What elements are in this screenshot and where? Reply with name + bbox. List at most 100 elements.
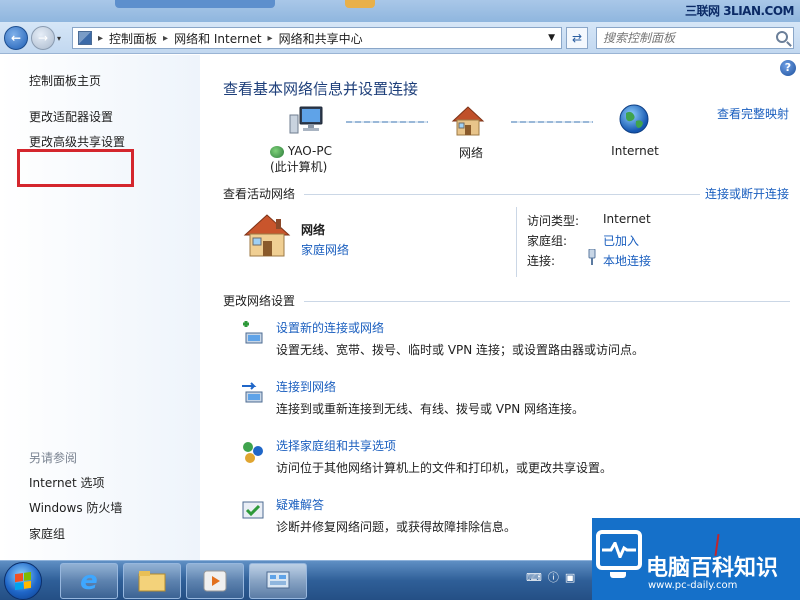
internet-explorer-icon: e (80, 566, 98, 596)
network-type-link[interactable]: 家庭网络 (301, 241, 349, 258)
breadcrumb[interactable]: ▸ 控制面板 ▸ 网络和 Internet ▸ 网络和共享中心 ▼ (72, 27, 562, 49)
task-new-connection: 设置新的连接或网络 设置无线、宽带、拨号、临时或 VPN 连接；或设置路由器或访… (240, 319, 780, 359)
logo-title: 电脑百科知识 (646, 556, 779, 581)
troubleshoot-link[interactable]: 疑难解答 (276, 496, 324, 513)
taskbar-preview-tab (345, 0, 375, 8)
section-divider (304, 301, 790, 302)
chevron-right-icon[interactable]: ▸ (96, 33, 105, 44)
chevron-down-icon[interactable]: ▼ (548, 33, 555, 43)
search-input[interactable] (597, 28, 767, 48)
troubleshoot-desc: 诊断并修复网络问题，或获得故障排除信息。 (276, 520, 517, 534)
connect-disconnect-link[interactable]: 连接或断开连接 (705, 185, 789, 202)
recent-pages-dropdown[interactable]: ▾ (57, 34, 61, 43)
connections-label: 连接: (527, 254, 556, 268)
folder-icon (138, 571, 166, 592)
help-icon: ? (784, 61, 792, 74)
arrow-right-icon: → (37, 31, 49, 45)
local-connection-link[interactable]: 本地连接 (603, 252, 651, 269)
task-homegroup: 选择家庭组和共享选项 访问位于其他网络计算机上的文件和打印机，或更改共享设置。 (240, 437, 780, 477)
access-type-label: 访问类型: (527, 214, 580, 228)
computer-label: YAO-PC (此计算机) (270, 144, 350, 175)
vertical-divider (516, 207, 517, 277)
new-connection-link[interactable]: 设置新的连接或网络 (276, 319, 384, 336)
chevron-right-icon[interactable]: ▸ (161, 33, 170, 44)
new-connection-icon (243, 321, 263, 344)
network-node[interactable] (451, 105, 485, 140)
internet-label: Internet (611, 144, 659, 158)
taskbar-explorer-button[interactable] (123, 563, 181, 599)
view-full-map-link[interactable]: 查看完整映射 (717, 105, 789, 122)
main-content: ? 查看基本网络信息并设置连接 查看完整映射 YAO-PC (此计算机) 网络 … (200, 55, 800, 560)
computer-icon (289, 106, 323, 134)
system-tray: ⌨ ⓘ ▣ (526, 569, 575, 585)
sidebar-item-control-panel-home[interactable]: 控制面板主页 (29, 72, 101, 89)
back-button[interactable]: ← (4, 26, 28, 50)
breadcrumb-item[interactable]: 网络和 Internet (170, 30, 265, 47)
internet-node[interactable] (618, 103, 650, 138)
help-tray-icon[interactable]: ⓘ (548, 569, 559, 585)
taskbar-control-panel-button[interactable] (249, 563, 307, 599)
page-title: 查看基本网络信息并设置连接 (223, 80, 419, 98)
start-button[interactable] (4, 562, 42, 600)
access-type-value: Internet (603, 212, 651, 226)
watermark-text: 三联网 3LIAN.COM (685, 4, 794, 18)
new-connection-desc: 设置无线、宽带、拨号、临时或 VPN 连接；或设置路由器或访问点。 (276, 343, 645, 357)
sidebar-item-windows-firewall[interactable]: Windows 防火墙 (29, 499, 122, 516)
homegroup-icon (243, 442, 263, 463)
computer-sub-label: (此计算机) (270, 160, 328, 174)
windows-logo-icon (15, 571, 31, 591)
homegroup-label: 家庭组: (527, 234, 568, 248)
globe-icon (619, 104, 649, 134)
chevron-right-icon[interactable]: ▸ (266, 33, 275, 44)
see-also-heading: 另请参阅 (29, 451, 78, 465)
network-tray-icon[interactable]: ▣ (565, 571, 575, 584)
search-icon[interactable] (776, 31, 788, 43)
taskbar-ie-button[interactable]: e (60, 563, 118, 599)
taskbar-preview-tab (115, 0, 275, 8)
active-networks-title: 查看活动网络 (223, 187, 296, 201)
troubleshoot-icon (242, 501, 264, 519)
taskbar-media-button[interactable] (186, 563, 244, 599)
breadcrumb-item[interactable]: 控制面板 (105, 30, 161, 47)
search-box[interactable] (596, 27, 794, 49)
homegroup-sharing-link[interactable]: 选择家庭组和共享选项 (276, 437, 396, 454)
network-name: 网络 (301, 223, 326, 237)
left-nav-pane: 控制面板主页 更改适配器设置 更改高级共享设置 另请参阅 Internet 选项… (0, 55, 200, 560)
site-logo: 电脑百科知识 www.pc-daily.com (592, 518, 800, 600)
house-icon (451, 106, 485, 136)
house-icon (243, 214, 291, 257)
map-connection-line (346, 121, 428, 123)
sidebar-item-internet-options[interactable]: Internet 选项 (29, 474, 104, 491)
refresh-icon: ⇄ (571, 31, 583, 45)
connect-network-link[interactable]: 连接到网络 (276, 378, 336, 395)
sidebar-item-change-adapter-settings[interactable]: 更改适配器设置 (29, 108, 113, 125)
arrow-left-icon: ← (10, 31, 22, 45)
network-label: 网络 (458, 146, 483, 160)
logo-subtitle: www.pc-daily.com (648, 580, 738, 591)
sidebar-item-advanced-sharing[interactable]: 更改高级共享设置 (29, 133, 125, 150)
monitor-stand (610, 572, 626, 578)
connect-network-icon (242, 382, 263, 403)
refresh-button[interactable]: ⇄ (566, 27, 588, 49)
forward-button[interactable]: → (31, 26, 55, 50)
ethernet-icon (587, 248, 597, 268)
network-house-large (243, 213, 291, 262)
homegroup-value-link[interactable]: 已加入 (603, 232, 639, 249)
task-connect-network: 连接到网络 连接到或重新连接到无线、有线、拨号或 VPN 网络连接。 (240, 378, 780, 418)
media-player-icon (203, 570, 227, 592)
connect-network-desc: 连接到或重新连接到无线、有线、拨号或 VPN 网络连接。 (276, 402, 585, 416)
breadcrumb-item[interactable]: 网络和共享中心 (275, 30, 367, 47)
help-button[interactable]: ? (780, 60, 796, 76)
keyboard-icon[interactable]: ⌨ (526, 571, 542, 584)
network-user-icon (270, 145, 284, 158)
homegroup-sharing-desc: 访问位于其他网络计算机上的文件和打印机，或更改共享设置。 (276, 461, 613, 475)
change-settings-title: 更改网络设置 (223, 294, 296, 308)
computer-name: YAO-PC (287, 144, 332, 158)
window-top-strip: 三联网 3LIAN.COM (0, 0, 800, 22)
section-divider (304, 194, 700, 195)
monitor-logo-icon (596, 530, 642, 570)
computer-node (288, 105, 324, 140)
control-panel-icon (78, 31, 92, 45)
map-connection-line (511, 121, 593, 123)
sidebar-item-homegroup[interactable]: 家庭组 (29, 525, 65, 542)
